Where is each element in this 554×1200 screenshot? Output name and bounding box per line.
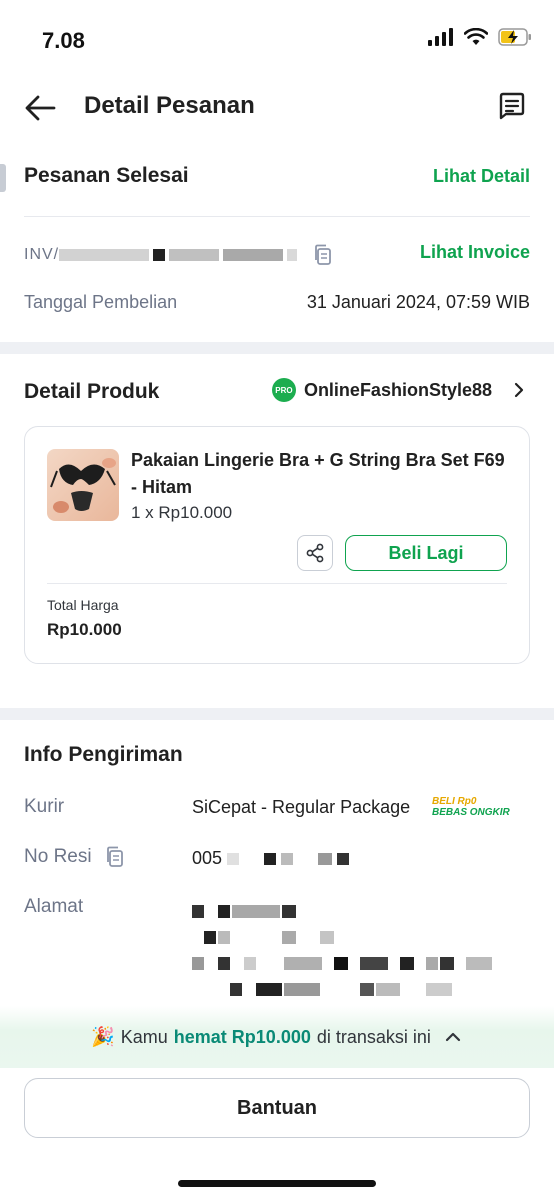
free-shipping-badge: BELI Rp0 BEBAS ONGKIR: [432, 796, 510, 818]
redacted-block: [426, 983, 452, 996]
redacted-block: [227, 853, 240, 866]
buy-again-button[interactable]: Beli Lagi: [345, 535, 507, 571]
product-section-title: Detail Produk: [24, 380, 160, 403]
order-status: Pesanan Selesai: [24, 164, 189, 187]
redacted-block: [337, 853, 350, 866]
status-icons: [428, 28, 532, 46]
purchase-date-label: Tanggal Pembelian: [24, 292, 178, 312]
total-price-value: Rp10.000: [47, 620, 122, 639]
cellular-signal-icon: [428, 28, 453, 46]
status-time: 7.08: [42, 28, 85, 53]
redacted-block: [281, 853, 294, 866]
shop-link[interactable]: PRO OnlineFashionStyle88: [271, 378, 530, 402]
address-label: Alamat: [24, 896, 84, 917]
redacted-block: [59, 249, 150, 261]
share-icon: [306, 543, 324, 563]
redacted-block: [376, 983, 400, 996]
product-image[interactable]: [47, 449, 119, 521]
see-detail-link[interactable]: Lihat Detail: [433, 166, 530, 187]
redacted-block: [320, 931, 334, 944]
share-button[interactable]: [297, 535, 333, 571]
header: Detail Pesanan: [0, 80, 554, 136]
shop-name: OnlineFashionStyle88: [303, 379, 492, 400]
savings-suffix: di transaksi ini: [316, 1026, 431, 1047]
chat-message-icon: [499, 92, 525, 120]
redacted-block: [284, 983, 320, 996]
divider: [24, 216, 530, 217]
chat-button[interactable]: [496, 90, 532, 126]
product-name[interactable]: Pakaian Lingerie Bra + G String Bra Set …: [131, 447, 511, 501]
shipping-section-title: Info Pengiriman: [24, 743, 183, 766]
redacted-block: [232, 905, 280, 918]
redacted-block: [192, 957, 204, 970]
product-quantity-price: 1 x Rp10.000: [131, 503, 233, 522]
redacted-block: [426, 957, 438, 970]
redacted-block: [230, 983, 242, 996]
redacted-block: [318, 853, 333, 866]
redacted-block: [466, 957, 492, 970]
pro-badge-icon: PRO: [271, 378, 296, 402]
home-indicator: [178, 1180, 376, 1187]
back-button[interactable]: [22, 90, 62, 126]
receipt-value: 005: [192, 848, 350, 869]
redacted-block: [287, 249, 298, 261]
redacted-block: [282, 931, 296, 944]
party-popper-icon: 🎉: [91, 1027, 115, 1048]
savings-banner[interactable]: 🎉 Kamu hemat Rp10.000 di transaksi ini: [0, 1006, 554, 1068]
free-shipping-line2: BEBAS ONGKIR: [432, 807, 510, 818]
section-divider: [0, 708, 554, 720]
redacted-block: [192, 905, 204, 918]
wifi-icon: [464, 28, 488, 45]
invoice-row: INV/ Lihat Invoice: [24, 240, 530, 270]
savings-prefix: Kamu: [120, 1026, 168, 1047]
product-card[interactable]: Pakaian Lingerie Bra + G String Bra Set …: [24, 426, 530, 664]
lingerie-image-icon: [50, 458, 116, 513]
redacted-block: [153, 249, 166, 261]
redacted-block: [218, 905, 230, 918]
arrow-left-icon: [25, 95, 56, 121]
help-button[interactable]: Bantuan: [24, 1078, 530, 1138]
redacted-block: [400, 957, 414, 970]
see-invoice-link[interactable]: Lihat Invoice: [420, 242, 530, 263]
purchase-date-row: Tanggal Pembelian 31 Januari 2024, 07:59…: [24, 290, 530, 318]
purchase-date-value: 31 Januari 2024, 07:59 WIB: [306, 292, 530, 312]
redacted-block: [264, 853, 277, 866]
savings-amount: hemat Rp10.000: [173, 1026, 311, 1047]
order-status-row: Pesanan Selesai Lihat Detail: [24, 164, 530, 194]
chevron-up-icon: [445, 1032, 461, 1042]
copy-receipt-icon[interactable]: [105, 846, 125, 868]
status-bar: 7.08: [0, 0, 554, 80]
redacted-block: [360, 957, 388, 970]
receipt-label: No Resi: [24, 846, 125, 868]
redacted-block: [218, 957, 230, 970]
courier-label: Kurir: [24, 796, 65, 817]
redacted-block: [169, 249, 220, 261]
redacted-block: [334, 957, 348, 970]
divider: [47, 583, 507, 584]
redacted-block: [223, 249, 284, 261]
redacted-block: [440, 957, 454, 970]
redacted-block: [218, 931, 230, 944]
copy-icon[interactable]: [313, 244, 333, 266]
free-shipping-line1: BELI Rp0: [432, 796, 477, 807]
courier-value: SiCepat - Regular Package: [192, 797, 411, 817]
product-section-header: Detail Produk PRO OnlineFashionStyle88: [24, 378, 530, 410]
redacted-block: [244, 957, 256, 970]
chevron-right-icon: [514, 382, 524, 398]
total-price-label: Total Harga: [47, 597, 119, 613]
redacted-block: [204, 931, 216, 944]
section-divider: [0, 342, 554, 354]
battery-charging-icon: [498, 28, 531, 46]
redacted-block: [256, 983, 282, 996]
page-title: Detail Pesanan: [84, 92, 255, 119]
invoice-number: INV/: [24, 244, 333, 266]
status-indicator: [0, 164, 6, 192]
redacted-block: [360, 983, 374, 996]
redacted-block: [284, 957, 322, 970]
redacted-block: [282, 905, 296, 918]
